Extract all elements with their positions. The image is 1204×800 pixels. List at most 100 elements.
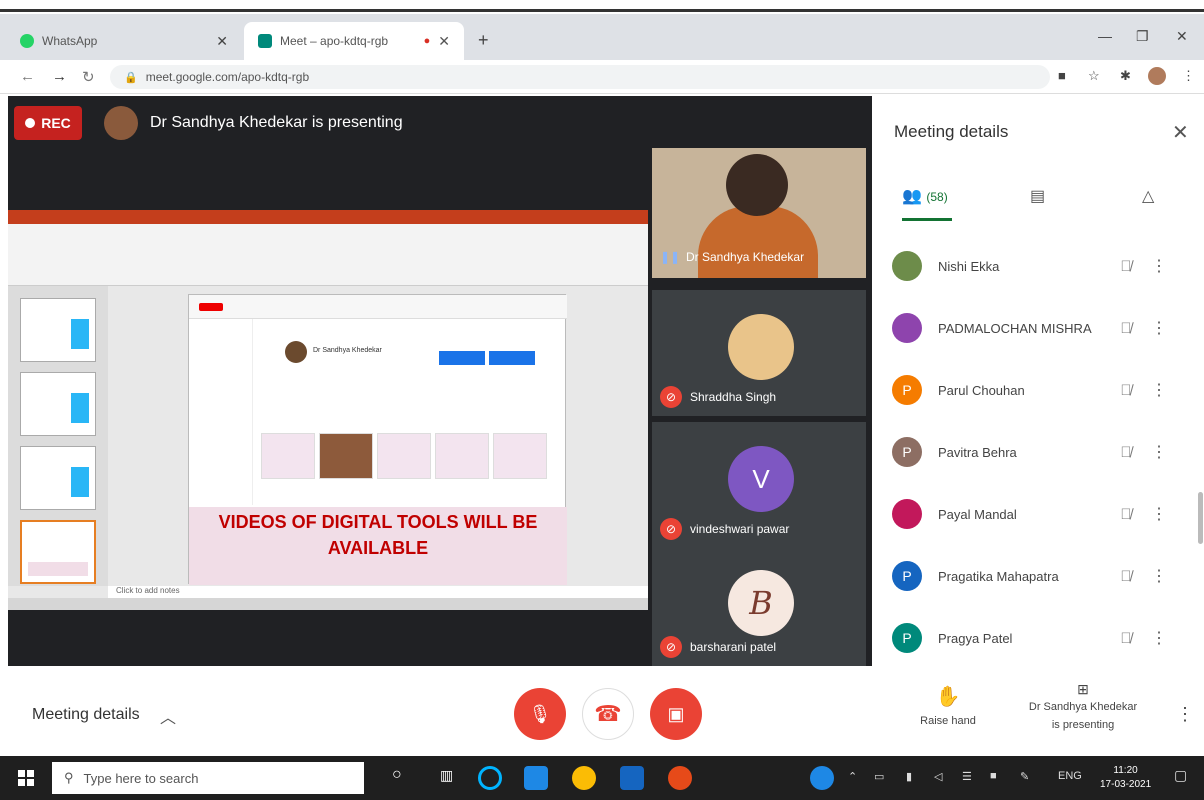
chevron-up-icon[interactable]: ⌃ xyxy=(848,770,857,783)
taskbar-clock[interactable]: 11:20 17-03-2021 xyxy=(1100,764,1151,792)
close-panel-icon[interactable]: ✕ xyxy=(1172,120,1189,145)
mic-off-icon: 🎙̸ xyxy=(1120,257,1132,275)
ppt-title-bar xyxy=(8,210,648,224)
mic-toggle-button[interactable]: 🎙 xyxy=(514,688,566,740)
list-item[interactable]: P Pavitra Behra 🎙̸ ⋮ xyxy=(892,432,1192,472)
tab-activities[interactable]: △ xyxy=(1142,186,1154,206)
meet-control-bar: Meeting details ︿ 🎙 ☎ ▣ ✋ Raise hand ⊞ D… xyxy=(0,670,1204,756)
back-arrow-icon[interactable]: ← xyxy=(20,68,35,85)
display-icon[interactable]: ■ xyxy=(990,770,997,782)
powerpoint-icon[interactable] xyxy=(668,766,692,790)
network-icon[interactable]: ☰ xyxy=(962,770,972,783)
pen-icon[interactable]: ✎ xyxy=(1020,770,1029,783)
participant-name: Pragatika Mahapatra xyxy=(938,568,1059,584)
tab-whatsapp[interactable]: WhatsApp ✕ xyxy=(6,22,242,60)
participant-tile[interactable]: ⊘ Shraddha Singh xyxy=(652,290,866,416)
participant-avatar: B xyxy=(728,570,794,636)
more-options-icon[interactable]: ⋮ xyxy=(1144,380,1174,400)
close-tab-icon[interactable]: ✕ xyxy=(438,33,450,50)
close-tab-icon[interactable]: ✕ xyxy=(216,33,228,50)
hand-icon: ✋ xyxy=(935,686,961,708)
shared-screen: Dr Sandhya Khedekar VIDEOS OF DIGITAL TO… xyxy=(8,210,648,610)
whatsapp-icon xyxy=(20,34,34,48)
leave-call-button[interactable]: ☎ xyxy=(582,688,634,740)
participant-tile[interactable]: V ⊘ vindeshwari pawar xyxy=(652,422,866,548)
tile-name: Shraddha Singh xyxy=(690,390,777,404)
more-options-icon[interactable]: ⋮ xyxy=(1144,566,1174,586)
list-item[interactable]: Payal Mandal 🎙̸ ⋮ xyxy=(892,494,1192,534)
store-icon[interactable] xyxy=(524,766,548,790)
mic-off-icon: 🎙̸ xyxy=(1120,505,1132,523)
word-icon[interactable] xyxy=(620,766,644,790)
more-options-icon[interactable]: ⋮ xyxy=(1144,504,1174,524)
mic-tray-icon[interactable]: ▮ xyxy=(906,770,912,783)
tab-people[interactable]: 👥 (58) xyxy=(902,186,948,206)
participant-avatar: P xyxy=(892,375,922,405)
list-item[interactable]: P Pragatika Mahapatra 🎙̸ ⋮ xyxy=(892,556,1192,596)
participant-avatar xyxy=(892,499,922,529)
windows-start-icon[interactable] xyxy=(18,770,34,786)
slide-thumbnail xyxy=(20,298,96,362)
edge-icon[interactable] xyxy=(478,766,502,790)
camera-indicator-icon[interactable]: ■ xyxy=(1058,68,1066,83)
task-view-icon[interactable]: ▥ xyxy=(440,767,453,784)
participant-tile[interactable]: B ⊘ barsharani patel xyxy=(652,546,866,666)
rec-dot-icon xyxy=(25,118,36,128)
list-item[interactable]: PADMALOCHAN MISHRA 🎙̸ ⋮ xyxy=(892,308,1192,348)
mic-off-icon: 🎙̸ xyxy=(1120,629,1132,647)
url-field[interactable]: 🔒 meet.google.com/apo-kdtq-rgb xyxy=(110,65,1050,89)
presenter-body xyxy=(698,206,818,278)
chevron-up-icon[interactable]: ︿ xyxy=(160,704,176,728)
present-icon: ⊞ xyxy=(1077,681,1089,697)
notifications-icon[interactable]: ▢ xyxy=(1174,767,1187,784)
profile-avatar[interactable] xyxy=(1148,67,1166,85)
tab-label: WhatsApp xyxy=(42,34,98,48)
taskbar-search-input[interactable]: ⚲ Type here to search xyxy=(52,762,364,794)
slide-thumbnail-selected xyxy=(20,520,96,584)
list-item[interactable]: P Pragya Patel 🎙̸ ⋮ xyxy=(892,618,1192,658)
reload-icon[interactable]: ↻ xyxy=(82,68,95,86)
more-options-icon[interactable]: ⋮ xyxy=(1144,442,1174,462)
participant-avatar: P xyxy=(892,623,922,653)
more-options-icon[interactable]: ⋮ xyxy=(1176,704,1194,725)
minimize-icon[interactable]: — xyxy=(1098,28,1112,44)
hang-up-icon: ☎ xyxy=(594,701,622,726)
presenter-camera-tile[interactable]: ❚❚ Dr Sandhya Khedekar xyxy=(652,148,866,278)
volume-icon[interactable]: ◁ xyxy=(934,770,942,783)
close-window-icon[interactable]: ✕ xyxy=(1176,28,1188,45)
participant-avatar xyxy=(892,251,922,281)
mic-off-icon: ⊘ xyxy=(660,386,682,408)
more-options-icon[interactable]: ⋮ xyxy=(1144,318,1174,338)
yt-sidebar xyxy=(189,319,253,505)
list-item[interactable]: P Parul Chouhan 🎙̸ ⋮ xyxy=(892,370,1192,410)
presenting-button[interactable]: ⊞ Dr Sandhya Khedekar is presenting xyxy=(1018,680,1148,734)
restore-icon[interactable]: ❐ xyxy=(1136,28,1149,45)
more-options-icon[interactable]: ⋮ xyxy=(1144,628,1174,648)
battery-icon[interactable]: ▭ xyxy=(874,770,884,783)
panel-scrollbar[interactable] xyxy=(1198,492,1203,544)
chrome-icon[interactable] xyxy=(572,766,596,790)
more-options-icon[interactable]: ⋮ xyxy=(1144,256,1174,276)
camera-toggle-button[interactable]: ▣ xyxy=(650,688,702,740)
tab-chat[interactable]: ▤ xyxy=(1030,186,1045,206)
list-item[interactable]: Nishi Ekka 🎙̸ ⋮ xyxy=(892,246,1192,286)
browser-menu-icon[interactable]: ⋮ xyxy=(1182,68,1195,84)
extensions-icon[interactable]: ✱ xyxy=(1120,68,1131,84)
cortana-icon[interactable]: ○ xyxy=(392,766,402,784)
forward-arrow-icon[interactable]: → xyxy=(52,68,67,85)
new-tab-button[interactable]: + xyxy=(478,30,489,51)
tab-meet[interactable]: Meet – apo-kdtq-rgb ● ✕ xyxy=(244,22,464,60)
mic-off-icon: 🎙 xyxy=(528,703,552,724)
yt-button xyxy=(489,351,535,365)
browser-tab-strip: WhatsApp ✕ Meet – apo-kdtq-rgb ● ✕ + — ❐… xyxy=(0,14,1204,60)
panel-title: Meeting details xyxy=(894,122,1009,141)
bookmark-star-icon[interactable]: ☆ xyxy=(1088,68,1100,84)
raise-hand-label: Raise hand xyxy=(920,715,976,727)
presenter-face xyxy=(726,154,788,216)
language-indicator[interactable]: ENG xyxy=(1058,770,1082,782)
presenting-line1: Dr Sandhya Khedekar xyxy=(1028,701,1138,713)
rec-badge: REC xyxy=(14,106,82,140)
meeting-details-button[interactable]: Meeting details xyxy=(32,706,140,724)
raise-hand-button[interactable]: ✋ Raise hand xyxy=(912,684,984,727)
tray-app-icon[interactable] xyxy=(810,766,834,790)
